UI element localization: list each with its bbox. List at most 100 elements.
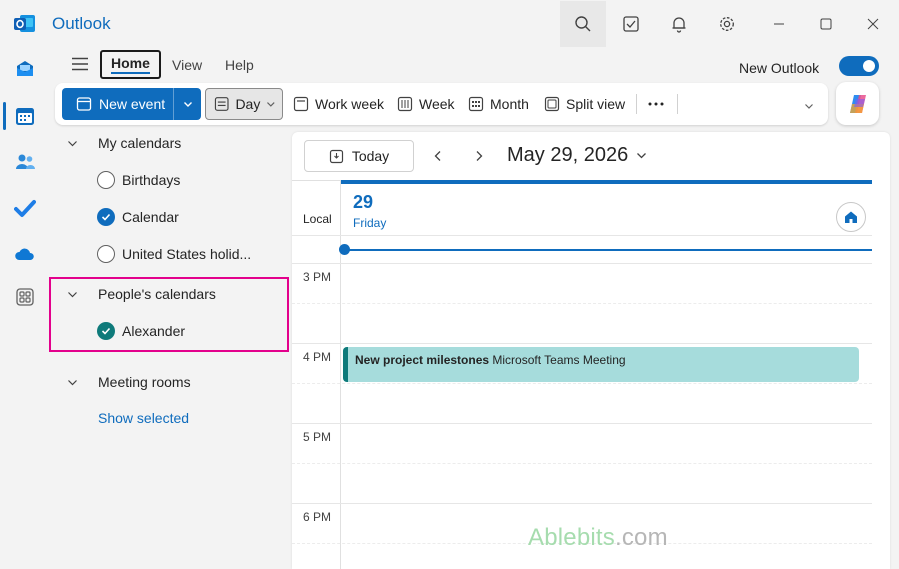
selected-day-indicator bbox=[341, 180, 872, 184]
peoples-calendars-label: People's calendars bbox=[98, 286, 216, 302]
copilot-icon bbox=[849, 94, 866, 113]
tab-view[interactable]: View bbox=[163, 50, 211, 79]
peoples-calendars-group[interactable]: People's calendars bbox=[64, 277, 216, 311]
grid-line bbox=[292, 503, 872, 504]
grid-line bbox=[292, 343, 872, 344]
notifications-button[interactable] bbox=[656, 1, 702, 47]
maximize-button[interactable] bbox=[803, 1, 849, 47]
my-calendars-label: My calendars bbox=[98, 135, 182, 151]
apps-grid-icon bbox=[16, 288, 34, 306]
event-text: New project milestones Microsoft Teams M… bbox=[355, 353, 626, 367]
expand-ribbon-button[interactable] bbox=[801, 98, 817, 114]
rail-todo-button[interactable] bbox=[12, 195, 38, 221]
minimize-button[interactable] bbox=[756, 1, 802, 47]
clipboard-icon bbox=[623, 16, 639, 32]
today-label: Today bbox=[351, 148, 390, 164]
people-icon bbox=[16, 154, 35, 169]
tab-home[interactable]: Home bbox=[100, 50, 161, 79]
week-icon bbox=[397, 96, 413, 112]
week-label: Week bbox=[419, 96, 455, 112]
tab-view-label: View bbox=[172, 56, 203, 73]
new-event-dropdown-button[interactable] bbox=[174, 88, 201, 120]
month-icon bbox=[468, 96, 484, 112]
settings-button[interactable] bbox=[704, 1, 750, 47]
chevron-down-icon bbox=[64, 374, 80, 390]
my-day-button[interactable] bbox=[608, 1, 654, 47]
chevron-left-icon bbox=[434, 151, 441, 161]
calendar-event[interactable]: New project milestones Microsoft Teams M… bbox=[343, 347, 859, 382]
calendar-item-birthdays[interactable]: Birthdays bbox=[97, 163, 180, 197]
more-options-button[interactable] bbox=[643, 90, 669, 118]
calendar-item-alexander[interactable]: Alexander bbox=[97, 314, 185, 348]
chevron-right-icon bbox=[476, 151, 483, 161]
work-week-label: Work week bbox=[315, 96, 384, 112]
calendar-icon bbox=[16, 108, 34, 125]
month-view-button[interactable]: Month bbox=[462, 88, 535, 120]
rail-active-indicator bbox=[3, 102, 6, 130]
time-label: 5 PM bbox=[303, 430, 332, 444]
show-selected-link[interactable]: Show selected bbox=[98, 410, 189, 426]
calendar-item-us-holidays[interactable]: United States holid... bbox=[97, 237, 251, 271]
todo-check-icon bbox=[14, 200, 36, 217]
time-gutter-divider bbox=[340, 180, 341, 569]
navigation-toggle-button[interactable] bbox=[66, 52, 94, 76]
my-calendars-group[interactable]: My calendars bbox=[64, 126, 181, 160]
date-picker-button[interactable]: May 29, 2026 bbox=[507, 144, 647, 167]
checkmark-circle-icon[interactable] bbox=[97, 208, 115, 226]
rail-apps-button[interactable] bbox=[12, 284, 38, 310]
rail-onedrive-button[interactable] bbox=[12, 241, 38, 267]
meeting-rooms-group[interactable]: Meeting rooms bbox=[64, 365, 191, 399]
time-label: 3 PM bbox=[303, 270, 332, 284]
date-title: May 29, 2026 bbox=[507, 144, 629, 166]
ribbon-divider bbox=[636, 94, 637, 114]
calendar-add-icon bbox=[76, 97, 92, 111]
calendar-item-label: Alexander bbox=[122, 323, 186, 339]
copilot-button[interactable] bbox=[836, 82, 879, 125]
calendar-today-icon bbox=[329, 149, 343, 163]
new-event-label: New event bbox=[99, 96, 166, 112]
week-view-button[interactable]: Week bbox=[391, 88, 461, 120]
new-event-button[interactable]: New event bbox=[62, 88, 173, 120]
calendar-item-calendar[interactable]: Calendar bbox=[97, 200, 179, 234]
chevron-down-icon bbox=[805, 104, 813, 109]
new-event-split-button[interactable]: New event bbox=[62, 88, 201, 120]
day-number[interactable]: 29 bbox=[353, 192, 373, 213]
today-button[interactable]: Today bbox=[304, 140, 414, 172]
day-view-button[interactable]: Day bbox=[205, 88, 283, 120]
current-time-line bbox=[348, 249, 872, 251]
half-hour-line bbox=[292, 463, 872, 464]
half-hour-line bbox=[292, 383, 872, 384]
tab-help-label: Help bbox=[225, 56, 254, 73]
split-view-button[interactable]: Split view bbox=[538, 88, 631, 120]
day-view-label: Day bbox=[235, 96, 261, 112]
outlook-logo-icon bbox=[14, 14, 36, 34]
unchecked-circle-icon[interactable] bbox=[97, 171, 115, 189]
watermark-name: Ablebits bbox=[528, 524, 615, 551]
half-hour-line bbox=[292, 303, 872, 304]
next-day-button[interactable] bbox=[469, 146, 489, 166]
work-location-button[interactable] bbox=[836, 202, 866, 232]
unchecked-circle-icon[interactable] bbox=[97, 245, 115, 263]
close-icon bbox=[867, 18, 879, 30]
title-bar: Outlook bbox=[0, 0, 899, 48]
calendar-pane: Today May 29, 2026 Local 29 Friday 3 PM … bbox=[292, 132, 890, 569]
grid-line bbox=[292, 263, 872, 264]
tab-help[interactable]: Help bbox=[216, 50, 263, 79]
split-view-icon bbox=[544, 96, 560, 112]
new-outlook-toggle[interactable] bbox=[839, 56, 879, 76]
work-week-view-button[interactable]: Work week bbox=[287, 88, 390, 120]
rail-calendar-button[interactable] bbox=[12, 103, 38, 129]
grid-line bbox=[292, 423, 872, 424]
rail-mail-button[interactable] bbox=[12, 56, 38, 82]
checkmark-circle-icon[interactable] bbox=[97, 322, 115, 340]
calendar-item-label: Calendar bbox=[122, 209, 179, 225]
event-title: New project milestones bbox=[355, 353, 490, 367]
bell-icon bbox=[672, 17, 686, 33]
chevron-down-icon bbox=[64, 286, 80, 302]
search-icon bbox=[575, 16, 591, 32]
previous-day-button[interactable] bbox=[428, 146, 448, 166]
chevron-down-icon bbox=[183, 102, 192, 107]
rail-people-button[interactable] bbox=[12, 149, 38, 175]
search-button[interactable] bbox=[560, 1, 606, 47]
close-button[interactable] bbox=[850, 1, 896, 47]
